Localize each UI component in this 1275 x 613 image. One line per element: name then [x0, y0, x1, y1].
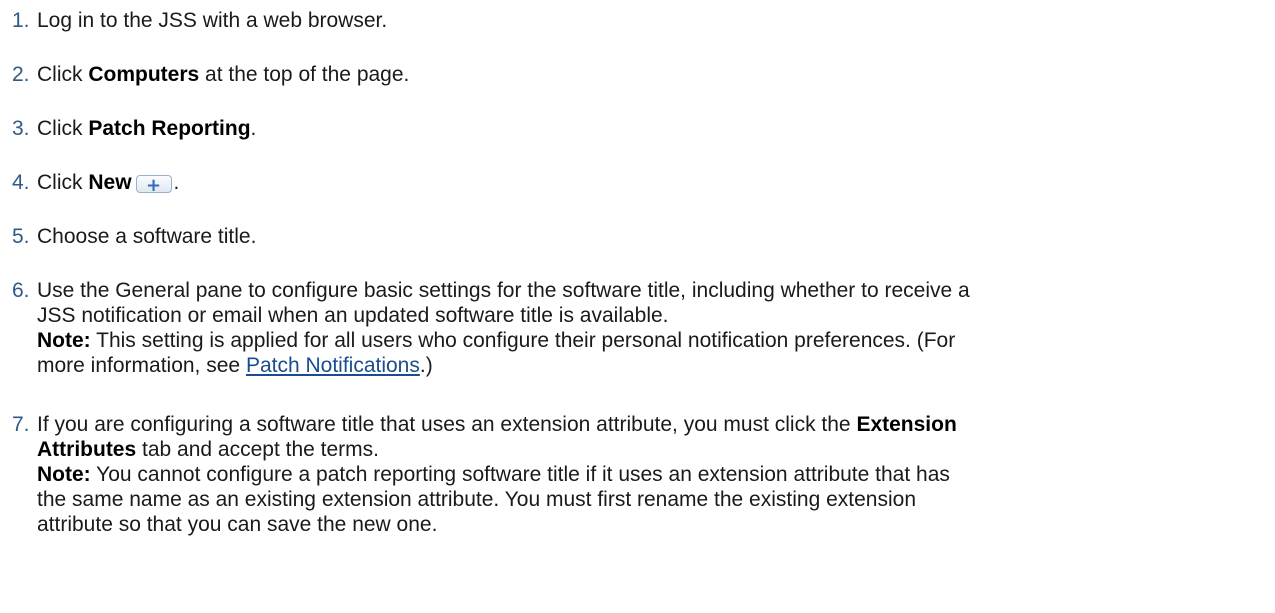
ui-term-new: New	[88, 171, 132, 194]
step-2: 2. Click Computers at the top of the pag…	[0, 62, 1275, 87]
step-text: Log in to the JSS with a web browser.	[37, 9, 388, 32]
step-text-post: tab and accept the terms.	[136, 438, 379, 461]
step-text: Click Computers at the top of the page.	[37, 62, 1265, 87]
step-number: 7.	[12, 413, 30, 436]
step-text: Choose a software title.	[37, 225, 257, 248]
ui-term-patch-reporting: Patch Reporting	[88, 117, 251, 140]
step-text: Click Patch Reporting.	[37, 116, 1265, 141]
step-number: 4.	[12, 171, 30, 194]
plus-icon: +	[145, 175, 162, 197]
step-4: 4. Click New +.	[0, 170, 1275, 195]
step-text-pre: Click	[37, 63, 89, 86]
step-text-post: .	[173, 171, 180, 194]
ui-term-extension: Extension	[856, 413, 957, 436]
patch-notifications-link[interactable]: Patch Notifications	[246, 354, 420, 377]
ui-term-attributes: Attributes	[37, 438, 137, 461]
step-number: 2.	[12, 63, 30, 86]
note-text-line: attribute so that you can save the new o…	[37, 513, 438, 536]
ui-term-computers: Computers	[88, 63, 200, 86]
note-text: more information, see	[37, 354, 246, 377]
step-1: 1. Log in to the JSS with a web browser.	[0, 8, 1275, 33]
step-7: 7. If you are configuring a software tit…	[0, 412, 1275, 537]
note-text: You cannot configure a patch reporting s…	[90, 463, 950, 486]
step-6: 6. Use the General pane to configure bas…	[0, 278, 1275, 378]
note: Note: You cannot configure a patch repor…	[37, 462, 1265, 487]
step-text-pre: Click	[37, 117, 89, 140]
step-3: 3. Click Patch Reporting.	[0, 116, 1275, 141]
step-number: 6.	[12, 279, 30, 302]
step-number: 5.	[12, 225, 30, 248]
step-number: 1.	[12, 9, 30, 32]
step-text-line: JSS notification or email when an update…	[37, 304, 669, 327]
step-text-line: Attributes tab and accept the terms.	[37, 437, 1265, 462]
note-label: Note:	[37, 463, 91, 486]
step-text: Click New +.	[37, 170, 1265, 195]
step-text-pre: Click	[37, 171, 89, 194]
note-label: Note:	[37, 329, 91, 352]
step-text-line: If you are configuring a software title …	[37, 412, 1265, 437]
step-text-post: at the top of the page.	[199, 63, 410, 86]
note-text: .)	[419, 354, 433, 377]
step-text-post: .	[250, 117, 257, 140]
new-button-image: +	[135, 175, 172, 197]
step-number: 3.	[12, 117, 30, 140]
note-text-line: the same name as an existing extension a…	[37, 488, 916, 511]
note-text: This setting is applied for all users wh…	[90, 329, 956, 352]
step-5: 5. Choose a software title.	[0, 224, 1275, 249]
step-text-pre: If you are configuring a software title …	[37, 413, 857, 436]
note-continued: more information, see Patch Notification…	[37, 353, 1265, 378]
step-text-line: Use the General pane to configure basic …	[37, 279, 970, 302]
note: Note: This setting is applied for all us…	[37, 328, 1265, 353]
